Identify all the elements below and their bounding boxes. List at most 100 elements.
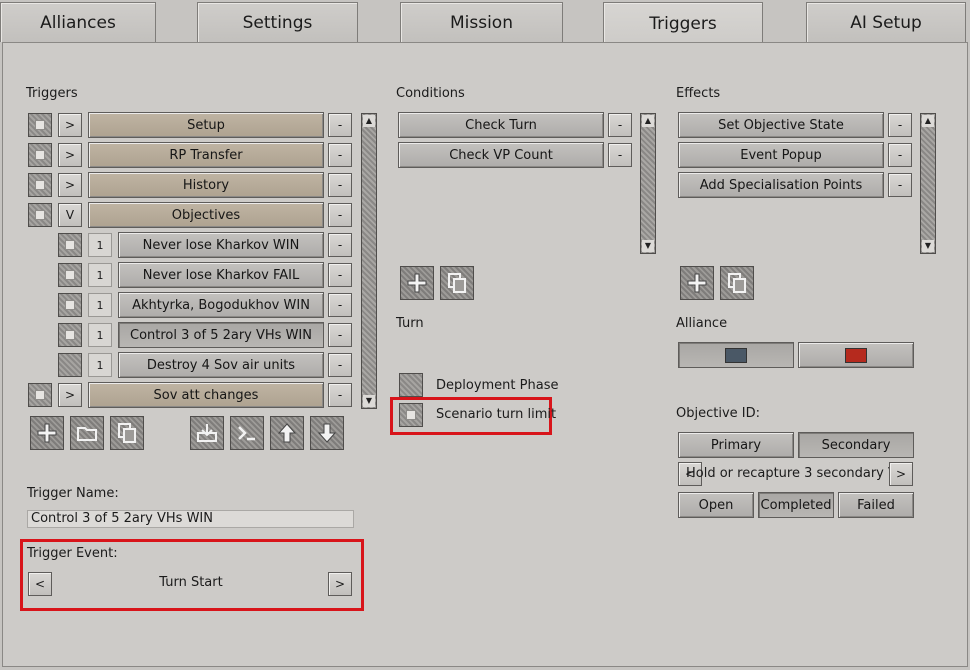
scenario-turn-limit-label: Scenario turn limit [436,407,557,422]
state-failed-button[interactable]: Failed [838,492,914,518]
remove-button[interactable]: - [328,203,352,227]
trigger-checkbox[interactable] [28,203,52,227]
alliance-color-swatch [845,347,867,363]
remove-button[interactable]: - [608,113,632,137]
trigger-name-field[interactable]: Control 3 of 5 2ary VHs WIN [27,510,354,528]
primary-button[interactable]: Primary [678,432,794,458]
trigger-item-objectives[interactable]: Objectives [88,202,324,228]
condition-item[interactable]: Check Turn [398,112,604,138]
trigger-checkbox[interactable] [28,173,52,197]
scroll-up-icon[interactable]: ▲ [363,115,375,127]
remove-button[interactable]: - [328,383,352,407]
conditions-scrollbar[interactable]: ▲ ▼ [640,113,656,254]
trigger-name-label: Trigger Name: [27,486,119,501]
trigger-checkbox[interactable] [28,383,52,407]
expander-button[interactable]: > [58,113,82,137]
remove-button[interactable]: - [888,143,912,167]
expander-button[interactable]: > [58,383,82,407]
copy-icon[interactable] [110,416,144,450]
trigger-item[interactable]: Never lose Kharkov WIN [118,232,324,258]
expander-button[interactable]: V [58,203,82,227]
prev-event-button[interactable]: < [28,572,52,596]
remove-button[interactable]: - [888,173,912,197]
expander-button[interactable]: > [58,173,82,197]
trigger-item-sov-att-changes[interactable]: Sov att changes [88,382,324,408]
add-icon[interactable] [400,266,434,300]
trigger-checkbox[interactable] [58,233,82,257]
tab-alliances[interactable]: Alliances [0,2,156,42]
copy-icon[interactable] [440,266,474,300]
arrow-up-icon[interactable] [270,416,304,450]
scroll-up-icon[interactable]: ▲ [922,115,934,127]
tab-label: Triggers [649,14,717,34]
trigger-item-setup[interactable]: Setup [88,112,324,138]
effect-item[interactable]: Event Popup [678,142,884,168]
order-number: 1 [88,353,112,377]
alliance-button-2[interactable] [798,342,914,368]
scroll-down-icon[interactable]: ▼ [922,240,934,252]
trigger-item-selected[interactable]: Control 3 of 5 2ary VHs WIN [118,322,324,348]
alliance-button-1[interactable] [678,342,794,368]
triggers-scrollbar[interactable]: ▲ ▼ [361,113,377,409]
trigger-event-label: Trigger Event: [27,546,118,561]
expander-button[interactable]: > [58,143,82,167]
secondary-button[interactable]: Secondary [798,432,914,458]
trigger-checkbox[interactable] [58,353,82,377]
turn-heading: Turn [396,316,424,331]
trigger-checkbox[interactable] [28,113,52,137]
tab-label: AI Setup [850,12,922,33]
deployment-phase-checkbox[interactable] [399,373,423,397]
state-completed-button[interactable]: Completed [758,492,834,518]
trigger-checkbox[interactable] [58,293,82,317]
alliance-color-swatch [725,347,747,363]
scroll-down-icon[interactable]: ▼ [363,395,375,407]
remove-button[interactable]: - [328,263,352,287]
arrow-down-icon[interactable] [310,416,344,450]
trigger-item[interactable]: Destroy 4 Sov air units [118,352,324,378]
trigger-checkbox[interactable] [58,263,82,287]
trigger-item-history[interactable]: History [88,172,324,198]
tab-triggers[interactable]: Triggers [603,2,763,45]
state-open-button[interactable]: Open [678,492,754,518]
tab-settings[interactable]: Settings [197,2,358,42]
condition-item[interactable]: Check VP Count [398,142,604,168]
scenario-turn-limit-checkbox[interactable] [399,403,423,427]
add-icon[interactable] [680,266,714,300]
effect-item[interactable]: Set Objective State [678,112,884,138]
trigger-item[interactable]: Never lose Kharkov FAIL [118,262,324,288]
deployment-phase-label: Deployment Phase [436,378,559,393]
tab-ai-setup[interactable]: AI Setup [806,2,966,42]
trigger-checkbox[interactable] [28,143,52,167]
remove-button[interactable]: - [328,293,352,317]
alliance-heading: Alliance [676,316,728,331]
copy-icon[interactable] [720,266,754,300]
folder-icon[interactable] [70,416,104,450]
objective-description: Hold or recapture 3 secondary VPs [686,466,912,481]
trigger-checkbox[interactable] [58,323,82,347]
triggers-heading: Triggers [26,86,78,101]
console-icon[interactable] [230,416,264,450]
remove-button[interactable]: - [328,233,352,257]
remove-button[interactable]: - [888,113,912,137]
trigger-item-rp-transfer[interactable]: RP Transfer [88,142,324,168]
effect-item[interactable]: Add Specialisation Points [678,172,884,198]
remove-button[interactable]: - [328,353,352,377]
add-icon[interactable] [30,416,64,450]
conditions-heading: Conditions [396,86,465,101]
remove-button[interactable]: - [608,143,632,167]
remove-button[interactable]: - [328,113,352,137]
tab-mission[interactable]: Mission [400,2,563,42]
next-objective-button[interactable]: > [889,462,913,486]
trigger-item[interactable]: Akhtyrka, Bogodukhov WIN [118,292,324,318]
scroll-down-icon[interactable]: ▼ [642,240,654,252]
remove-button[interactable]: - [328,173,352,197]
scroll-up-icon[interactable]: ▲ [642,115,654,127]
effects-scrollbar[interactable]: ▲ ▼ [920,113,936,254]
remove-button[interactable]: - [328,143,352,167]
remove-button[interactable]: - [328,323,352,347]
order-number: 1 [88,263,112,287]
trigger-event-value: Turn Start [159,575,223,590]
next-event-button[interactable]: > [328,572,352,596]
import-icon[interactable] [190,416,224,450]
effects-heading: Effects [676,86,721,101]
